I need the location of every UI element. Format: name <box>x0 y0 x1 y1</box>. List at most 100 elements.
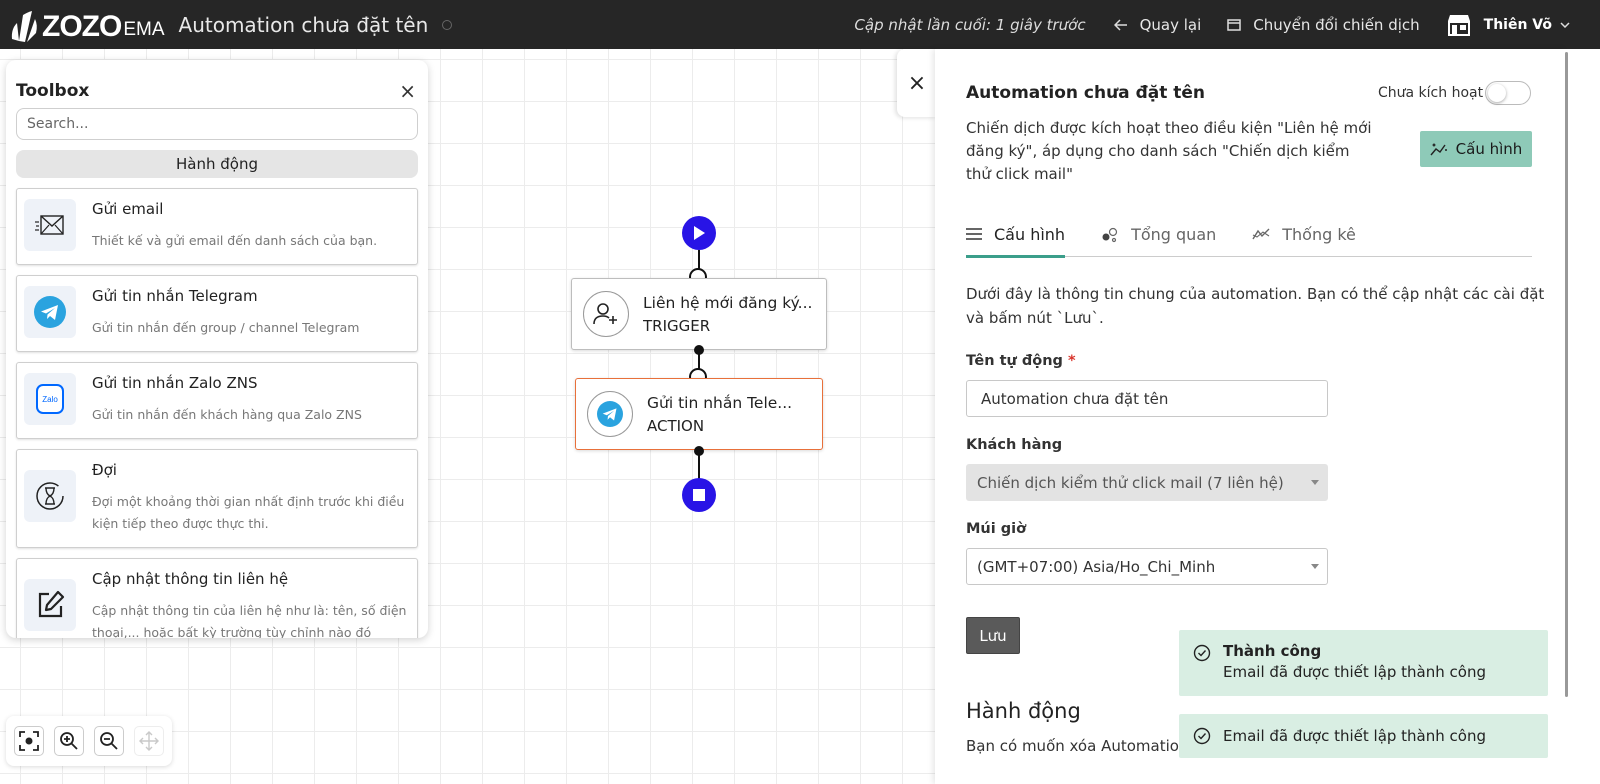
success-toast[interactable]: Thành công Email đã được thiết lập thành… <box>1179 630 1548 696</box>
caret-down-icon <box>1311 564 1319 569</box>
hourglass-icon <box>36 482 64 510</box>
check-circle-icon <box>1193 727 1211 745</box>
close-icon[interactable]: × <box>399 79 416 103</box>
logo-text: ZOZO <box>42 9 122 43</box>
store-icon <box>1447 14 1470 36</box>
bubbles-icon <box>1102 227 1118 243</box>
flow-connector <box>698 250 700 270</box>
tab-label: Thống kê <box>1282 225 1356 244</box>
panel-close-button[interactable]: × <box>897 49 937 117</box>
tab-config[interactable]: Cấu hình <box>966 217 1066 258</box>
activation-status: Chưa kích hoạt <box>1378 85 1484 101</box>
toolbox-item-send-email[interactable]: Gửi email Thiết kế và gửi email đến danh… <box>16 188 418 265</box>
panel-title: Automation chưa đặt tên <box>966 83 1206 103</box>
toolbox-item-update-contact[interactable]: Cập nhật thông tin liên hệ Cập nhật thôn… <box>16 558 418 638</box>
toolbox-item-name: Đợi <box>92 461 117 479</box>
add-user-icon <box>593 303 617 325</box>
automation-title: Automation chưa đặt tên <box>178 12 429 37</box>
name-field-label: Tên tự động * <box>966 353 1076 369</box>
tab-statistics[interactable]: Thống kê <box>1252 217 1356 257</box>
toast-title: Thành công <box>1223 642 1322 660</box>
back-link[interactable]: Quay lại <box>1113 15 1202 34</box>
tab-overview[interactable]: Tổng quan <box>1101 217 1216 257</box>
back-label: Quay lại <box>1139 15 1202 34</box>
flow-connector <box>698 350 700 370</box>
logo-subtext: EMA <box>123 18 165 40</box>
top-bar: ZOZO EMA Automation chưa đặt tên Cập nhậ… <box>0 0 1600 49</box>
switch-campaign-label: Chuyển đổi chiến dịch <box>1253 15 1420 34</box>
user-name: Thiên Võ <box>1483 16 1552 33</box>
fit-view-button[interactable] <box>14 726 44 756</box>
customer-field-label: Khách hàng <box>966 437 1063 453</box>
panel-scrollbar-thumb[interactable] <box>1565 52 1568 697</box>
toolbox-item-send-zalo-zns[interactable]: Zalo Gửi tin nhắn Zalo ZNS Gửi tin nhắn … <box>16 362 418 439</box>
actions-section-heading: Hành động <box>966 699 1081 723</box>
sparkle-chart-icon <box>1430 143 1447 156</box>
flow-node-action[interactable]: Gửi tin nhắn Tele... ACTION <box>575 378 823 450</box>
panel-tabs: Cấu hình Tổng quan Thống kê <box>966 217 1532 258</box>
required-mark: * <box>1068 353 1076 369</box>
automation-name-input[interactable] <box>966 380 1328 417</box>
flow-start-node[interactable] <box>682 216 716 250</box>
toolbox-item-desc: Gửi tin nhắn đến khách hàng qua Zalo ZNS <box>92 407 362 422</box>
flow-node-trigger[interactable]: Liên hệ mới đăng ký... TRIGGER <box>571 278 827 350</box>
timezone-select-value: (GMT+07:00) Asia/Ho_Chi_Minh <box>977 557 1216 576</box>
customer-select-value: Chiến dịch kiểm thử click mail (7 liên h… <box>977 473 1284 492</box>
toolbox-item-name: Gửi tin nhắn Telegram <box>92 287 258 305</box>
menu-icon <box>966 228 982 240</box>
action-node-title: Gửi tin nhắn Tele... <box>647 393 793 412</box>
toolbox-section-header: Hành động <box>16 150 418 178</box>
email-icon <box>35 215 64 235</box>
window-icon <box>1227 18 1242 31</box>
timezone-select[interactable]: (GMT+07:00) Asia/Ho_Chi_Minh <box>966 548 1328 585</box>
toolbox-item-desc: Gửi tin nhắn đến group / channel Telegra… <box>92 320 360 335</box>
configure-button[interactable]: Cấu hình <box>1420 131 1532 167</box>
caret-down-icon <box>1311 480 1319 485</box>
toolbox-item-name: Gửi email <box>92 200 164 218</box>
zoom-out-button[interactable] <box>94 726 124 756</box>
toast-message: Email đã được thiết lập thành công <box>1223 663 1486 681</box>
telegram-icon <box>34 296 66 328</box>
config-intro-text: Dưới đây là thông tin chung của automati… <box>966 285 1545 327</box>
toolbox-item-desc: Thiết kế và gửi email đến danh sách của … <box>92 233 378 248</box>
toolbox-item-send-telegram[interactable]: Gửi tin nhắn Telegram Gửi tin nhắn đến g… <box>16 275 418 352</box>
toolbox-panel: Toolbox × Hành động Gửi email Thiết kế v… <box>6 60 428 638</box>
zoom-in-button[interactable] <box>54 726 84 756</box>
customer-select[interactable]: Chiến dịch kiểm thử click mail (7 liên h… <box>966 464 1328 501</box>
trigger-node-type: TRIGGER <box>643 316 711 335</box>
zoom-controls <box>6 716 172 766</box>
logo-icon <box>11 10 37 42</box>
stop-icon <box>693 489 705 501</box>
activation-toggle[interactable] <box>1485 81 1531 105</box>
trigger-node-title: Liên hệ mới đăng ký... <box>643 293 813 312</box>
zalo-icon: Zalo <box>36 384 64 414</box>
toolbox-search-input[interactable] <box>16 108 418 140</box>
switch-campaign-link[interactable]: Chuyển đổi chiến dịch <box>1227 15 1420 34</box>
logo[interactable]: ZOZO EMA <box>8 5 165 45</box>
flow-connector <box>698 451 700 479</box>
user-menu[interactable]: Thiên Võ <box>1446 13 1570 37</box>
zalo-icon-text: Zalo <box>42 394 58 404</box>
toolbox-item-desc: Đợi một khoảng thời gian nhất định trước… <box>92 494 405 531</box>
flow-end-node[interactable] <box>682 478 716 512</box>
configure-button-label: Cấu hình <box>1455 140 1523 158</box>
last-updated-text: Cập nhật lần cuối: 1 giây trước <box>854 15 1086 34</box>
success-toast[interactable]: Email đã được thiết lập thành công <box>1179 714 1548 758</box>
edit-title-icon[interactable] <box>442 19 453 30</box>
name-label-text: Tên tự động <box>966 353 1063 369</box>
toast-message: Email đã được thiết lập thành công <box>1223 727 1486 745</box>
panel-scrollbar-track <box>1565 49 1600 784</box>
toolbox-item-name: Cập nhật thông tin liên hệ <box>92 570 289 588</box>
toolbox-item-wait[interactable]: Đợi Đợi một khoảng thời gian nhất định t… <box>16 449 418 548</box>
save-button[interactable]: Lưu <box>966 617 1020 654</box>
toolbox-title: Toolbox <box>16 81 90 101</box>
line-chart-icon <box>1252 228 1270 240</box>
play-icon <box>694 226 705 240</box>
pan-button[interactable] <box>134 726 164 756</box>
timezone-field-label: Múi giờ <box>966 521 1027 537</box>
arrow-left-icon <box>1113 18 1127 31</box>
toolbox-item-name: Gửi tin nhắn Zalo ZNS <box>92 374 258 392</box>
action-node-type: ACTION <box>647 416 705 435</box>
check-circle-icon <box>1193 644 1211 662</box>
tab-label: Tổng quan <box>1131 225 1217 244</box>
